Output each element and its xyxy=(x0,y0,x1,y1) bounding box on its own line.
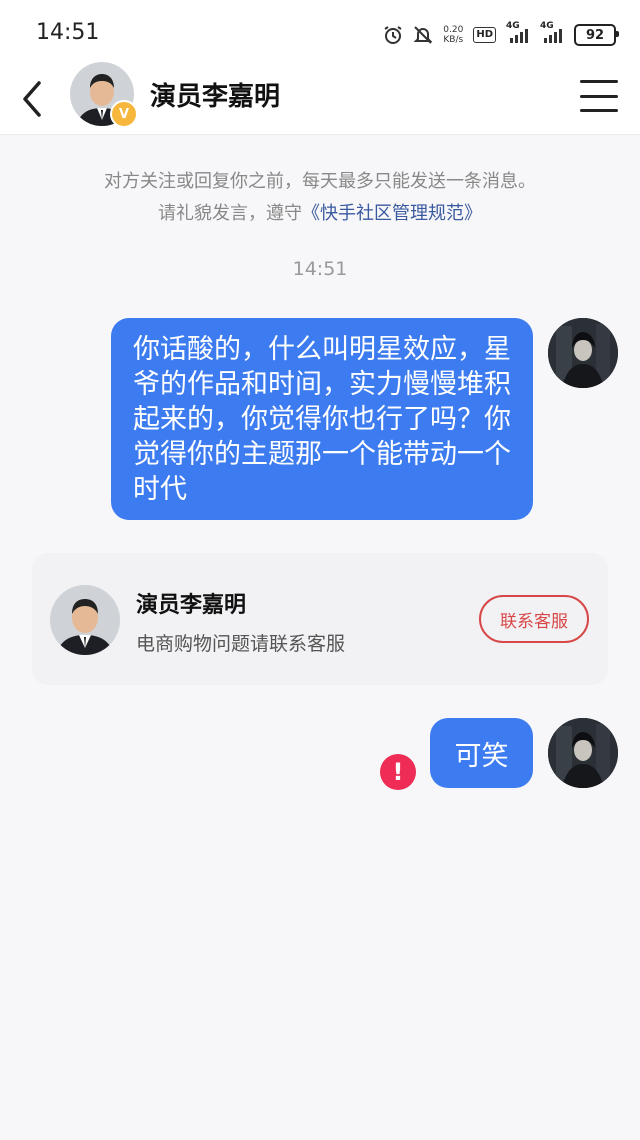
hamburger-icon-line xyxy=(580,80,618,83)
notice-line-2: 请礼貌发言，遵守《快手社区管理规范》 xyxy=(0,198,640,230)
battery-icon: 92 xyxy=(574,24,619,46)
status-icons: 0.20 KB/s HD 4G 4G 92 xyxy=(383,21,619,48)
message-bubble[interactable]: 可笑 xyxy=(430,718,533,788)
message-limit-notice: 对方关注或回复你之前，每天最多只能发送一条消息。 请礼貌发言，遵守《快手社区管理… xyxy=(0,166,640,230)
sim2-label: 4G xyxy=(540,21,554,31)
net-speed-unit: KB/s xyxy=(443,35,464,45)
chat-title: 演员李嘉明 xyxy=(150,82,281,112)
customer-service-card: 演员李嘉明 电商购物问题请联系客服 联系客服 xyxy=(32,553,608,685)
signal-icon: 4G xyxy=(540,21,564,43)
contact-service-button[interactable]: 联系客服 xyxy=(479,595,589,643)
chat-header: V 演员李嘉明 xyxy=(0,62,640,135)
status-time: 14:51 xyxy=(36,20,100,45)
self-avatar[interactable] xyxy=(548,718,618,788)
verified-badge: V xyxy=(110,100,138,128)
net-speed-value: 0.20 xyxy=(443,25,464,35)
message-bubble[interactable]: 你话酸的，什么叫明星效应，星爷的作品和时间，实力慢慢堆积起来的，你觉得你也行了吗… xyxy=(111,318,533,520)
mute-icon xyxy=(413,25,433,45)
back-button[interactable] xyxy=(10,74,54,124)
message-timestamp: 14:51 xyxy=(292,258,348,280)
hamburger-icon-line xyxy=(580,94,618,98)
signal-icon: 4G xyxy=(506,21,530,43)
avatar[interactable] xyxy=(50,585,120,655)
net-speed: 0.20 KB/s xyxy=(443,25,463,45)
sim1-label: 4G xyxy=(506,21,520,31)
chevron-left-icon xyxy=(23,81,41,117)
send-failed-icon[interactable]: ! xyxy=(380,754,416,790)
hamburger-icon-line xyxy=(580,109,618,112)
hd-icon: HD xyxy=(473,27,496,43)
notice-line-1: 对方关注或回复你之前，每天最多只能发送一条消息。 xyxy=(104,171,536,192)
card-description: 电商购物问题请联系客服 xyxy=(136,633,346,655)
menu-button[interactable] xyxy=(580,76,618,116)
status-bar: 14:51 0.20 KB/s HD 4G 4G 92 xyxy=(0,0,640,64)
notice-prefix: 请礼貌发言，遵守 xyxy=(158,203,302,224)
self-avatar[interactable] xyxy=(548,318,618,388)
community-rules-link[interactable]: 《快手社区管理规范》 xyxy=(302,203,482,224)
card-name: 演员李嘉明 xyxy=(136,593,247,618)
alarm-icon xyxy=(383,25,403,45)
